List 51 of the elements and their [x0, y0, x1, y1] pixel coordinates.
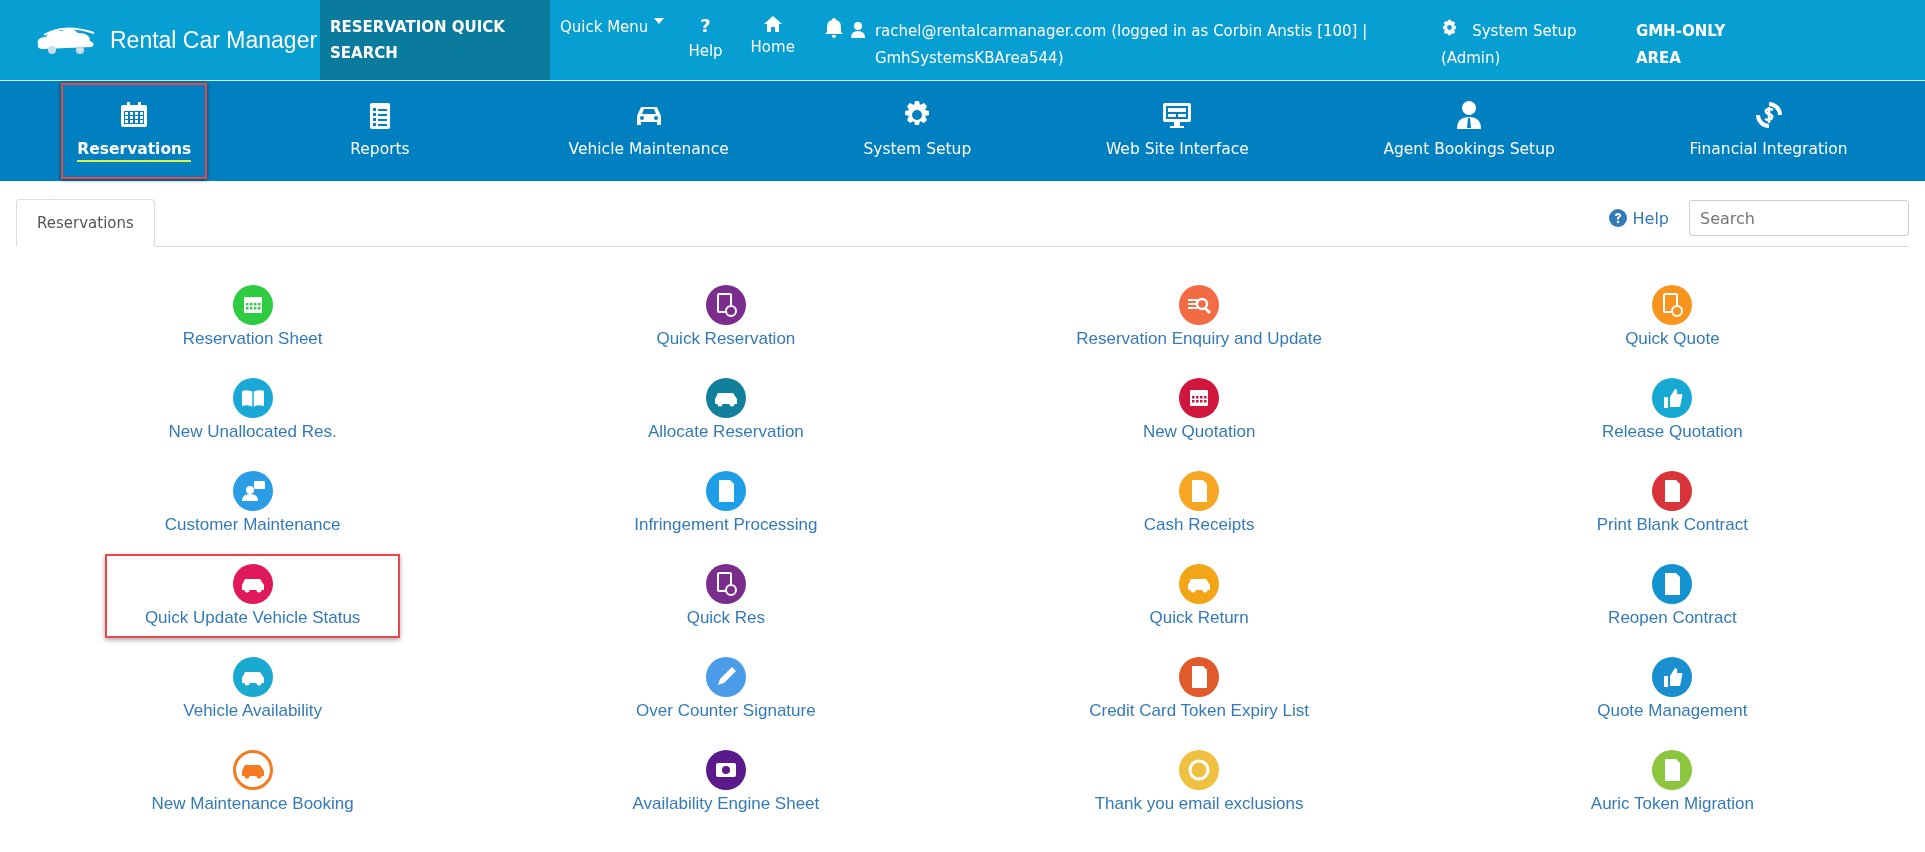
menu-link[interactable]: Quick Reservation — [616, 275, 836, 359]
module-nav-item[interactable]: Reservations — [61, 83, 208, 179]
menu-link[interactable]: Availability Engine Sheet — [592, 740, 860, 824]
menu-link[interactable]: Reopen Contract — [1568, 554, 1777, 638]
help-icon — [1608, 209, 1627, 227]
system-setup-link[interactable]: System Setup (Admin) — [1440, 0, 1636, 80]
bell-icon[interactable] — [824, 18, 843, 38]
menu-link[interactable]: New Maintenance Booking — [111, 740, 394, 824]
gmh-only-area-link[interactable]: GMH-ONLY AREA — [1635, 0, 1746, 80]
module-nav-item[interactable]: Web Site Interface — [1089, 83, 1265, 179]
module-nav-item[interactable]: Vehicle Maintenance — [552, 83, 745, 179]
menu-link[interactable]: Credit Card Token Expiry List — [1049, 647, 1350, 731]
home-link[interactable]: Home — [736, 0, 809, 80]
brand-name: Rental Car Manager — [110, 26, 318, 54]
module-nav-item[interactable]: Financial Integration — [1673, 83, 1864, 179]
dollar-icon — [1753, 100, 1784, 130]
module-nav-item[interactable]: Agent Bookings Setup — [1367, 83, 1571, 179]
caret-icon — [654, 18, 665, 24]
search-field[interactable]: Search — [1689, 200, 1909, 236]
menu-link[interactable]: New Unallocated Res. — [128, 368, 377, 452]
quick-search-link[interactable]: RESERVATION QUICK SEARCH — [320, 0, 550, 80]
monitor-icon — [1162, 100, 1193, 130]
menu-link[interactable]: Release Quotation — [1561, 368, 1783, 452]
logged-in-user: rachel@rentalcarmanager.com (logged in as Corbin Anstis [100] | GmhSystemsKBArea544) — [874, 21, 1369, 69]
help-link[interactable]: Help — [1608, 208, 1669, 228]
menu-link[interactable]: Infringement Processing — [594, 461, 858, 545]
menu-link[interactable]: Over Counter Signature — [596, 647, 856, 731]
menu-link[interactable]: Customer Maintenance — [124, 461, 381, 545]
module-nav-item[interactable]: Reports — [309, 83, 450, 179]
home-icon — [763, 16, 782, 32]
menu-link[interactable]: New Quotation — [1102, 368, 1296, 452]
menu-link[interactable]: Allocate Reservation — [607, 368, 844, 452]
menu-link[interactable]: Quote Management — [1557, 647, 1788, 731]
user-icon — [850, 22, 865, 38]
module-nav-item[interactable]: System Setup — [847, 83, 988, 179]
reservations-tab[interactable]: Reservations — [16, 199, 155, 247]
menu-link[interactable]: Print Blank Contract — [1556, 461, 1788, 545]
menu-link[interactable]: Quick Update Vehicle Status — [104, 554, 401, 638]
menu-link[interactable]: Reservation Sheet — [142, 275, 363, 359]
menu-link[interactable]: Reservation Enquiry and Update — [1036, 275, 1362, 359]
menu-link[interactable]: Quick Quote — [1585, 275, 1760, 359]
quick-menu-button[interactable]: Quick Menu — [550, 0, 675, 54]
help-link[interactable]: ? Help — [674, 0, 737, 80]
menu-link[interactable]: Vehicle Availability — [143, 647, 362, 731]
menu-link[interactable]: Quick Res — [646, 554, 806, 638]
menu-link[interactable]: Thank you email exclusions — [1054, 740, 1344, 824]
menu-link[interactable]: Quick Return — [1109, 554, 1289, 638]
menu-link[interactable]: Auric Token Migration — [1550, 740, 1794, 824]
gear-icon — [1440, 19, 1458, 36]
calendar-icon — [119, 100, 150, 130]
menu-link[interactable]: Cash Receipts — [1103, 461, 1295, 545]
